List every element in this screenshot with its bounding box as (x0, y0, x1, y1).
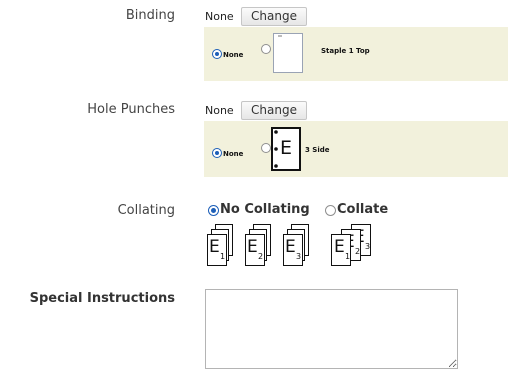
binding-staple-radio[interactable] (261, 44, 271, 54)
collating-label: Collating (117, 203, 175, 218)
collated-front-number: 1 (345, 252, 351, 261)
uncollated-stack-3: E 3 (282, 224, 316, 266)
collated-front-letter: E (334, 237, 345, 257)
binding-options-panel: None Staple 1 Top (204, 27, 508, 81)
collate-radio[interactable] (325, 205, 336, 216)
uncollated-stack-1: E 1 (206, 224, 240, 266)
uncollated-3-letter: E (285, 237, 296, 257)
no-collating-radio[interactable] (208, 205, 219, 216)
binding-label: Binding (125, 8, 175, 23)
collated-icon: E 3 E 2 E 1 (330, 224, 390, 266)
hole-punches-current-value: None (205, 104, 234, 117)
binding-change-button[interactable]: Change (241, 7, 307, 26)
binding-staple-label: Staple 1 Top (321, 47, 370, 55)
hole-punches-side-radio[interactable] (261, 143, 271, 153)
hole-punches-change-button[interactable]: Change (241, 101, 307, 120)
hole-punches-side-label: 3 Side (305, 146, 330, 154)
binding-current-value: None (205, 10, 234, 23)
special-instructions-textarea[interactable] (205, 289, 458, 369)
uncollated-3-number: 3 (296, 252, 302, 261)
binding-none-radio[interactable] (212, 49, 222, 59)
special-instructions-label: Special Instructions (29, 291, 175, 306)
collate-label: Collate (337, 202, 389, 217)
uncollated-2-letter: E (247, 237, 258, 257)
three-hole-page-icon: E (271, 127, 301, 171)
uncollated-2-number: 2 (258, 252, 264, 261)
uncollated-icon: E 1 E 2 E 3 (206, 224, 318, 266)
collated-back-number: 3 (365, 242, 371, 251)
uncollated-stack-2: E 2 (244, 224, 278, 266)
hole-punches-label: Hole Punches (87, 102, 175, 117)
three-hole-page-letter: E (280, 137, 293, 159)
hole-punches-options-panel: None E 3 Side (204, 121, 508, 177)
hole-punches-none-radio[interactable] (212, 148, 222, 158)
uncollated-1-letter: E (209, 237, 220, 257)
uncollated-1-number: 1 (220, 252, 226, 261)
hole-punches-none-label: None (223, 150, 244, 158)
no-collating-label: No Collating (220, 202, 310, 217)
staple-page-icon (273, 33, 303, 73)
binding-none-label: None (223, 51, 244, 59)
collated-middle-number: 2 (355, 247, 361, 256)
